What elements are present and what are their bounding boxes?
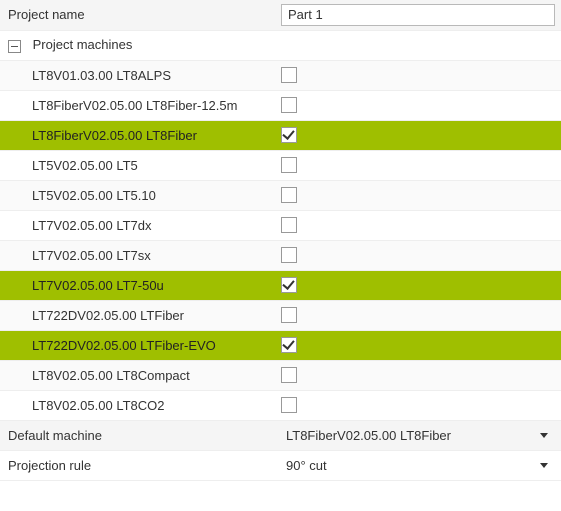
- machine-label: LT8FiberV02.05.00 LT8Fiber-12.5m: [0, 90, 275, 120]
- machine-row: LT8FiberV02.05.00 LT8Fiber-12.5m: [0, 90, 561, 120]
- project-name-row: Project name: [0, 0, 561, 30]
- machine-row: LT8V02.05.00 LT8Compact: [0, 360, 561, 390]
- machine-row: LT722DV02.05.00 LTFiber: [0, 300, 561, 330]
- project-name-input[interactable]: [281, 4, 555, 26]
- properties-grid: Project name Project machines LT8V01.03.…: [0, 0, 561, 481]
- default-machine-dropdown[interactable]: LT8FiberV02.05.00 LT8Fiber: [281, 423, 555, 447]
- projection-rule-row: Projection rule 90° cut: [0, 450, 561, 480]
- chevron-down-icon: [540, 463, 548, 468]
- machine-row: LT722DV02.05.00 LTFiber-EVO: [0, 330, 561, 360]
- machine-row: LT8V02.05.00 LT8CO2: [0, 390, 561, 420]
- machine-row: LT5V02.05.00 LT5: [0, 150, 561, 180]
- machine-checkbox[interactable]: [281, 247, 297, 263]
- machine-checkbox[interactable]: [281, 157, 297, 173]
- machine-label: LT8V01.03.00 LT8ALPS: [0, 60, 275, 90]
- machine-label: LT7V02.05.00 LT7sx: [0, 240, 275, 270]
- machine-label: LT8V02.05.00 LT8Compact: [0, 360, 275, 390]
- projection-rule-value: 90° cut: [286, 458, 540, 473]
- machine-label: LT5V02.05.00 LT5: [0, 150, 275, 180]
- machine-label: LT7V02.05.00 LT7dx: [0, 210, 275, 240]
- machine-checkbox[interactable]: [281, 397, 297, 413]
- machine-row: LT5V02.05.00 LT5.10: [0, 180, 561, 210]
- machine-checkbox[interactable]: [281, 187, 297, 203]
- default-machine-row: Default machine LT8FiberV02.05.00 LT8Fibe…: [0, 420, 561, 450]
- machine-label: LT722DV02.05.00 LTFiber: [0, 300, 275, 330]
- collapse-icon[interactable]: [8, 40, 21, 53]
- projection-rule-label: Projection rule: [0, 450, 275, 480]
- machine-checkbox[interactable]: [281, 337, 297, 353]
- machine-checkbox[interactable]: [281, 307, 297, 323]
- machine-checkbox[interactable]: [281, 277, 297, 293]
- machines-group-row: Project machines: [0, 30, 561, 60]
- machine-label: LT5V02.05.00 LT5.10: [0, 180, 275, 210]
- project-name-label: Project name: [0, 0, 275, 30]
- machine-row: LT7V02.05.00 LT7sx: [0, 240, 561, 270]
- machine-checkbox[interactable]: [281, 217, 297, 233]
- projection-rule-dropdown[interactable]: 90° cut: [281, 453, 555, 477]
- machines-group-label: Project machines: [33, 37, 133, 52]
- machine-row: LT7V02.05.00 LT7-50u: [0, 270, 561, 300]
- machine-checkbox[interactable]: [281, 367, 297, 383]
- machine-label: LT7V02.05.00 LT7-50u: [0, 270, 275, 300]
- machine-label: LT8V02.05.00 LT8CO2: [0, 390, 275, 420]
- machine-row: LT7V02.05.00 LT7dx: [0, 210, 561, 240]
- machine-checkbox[interactable]: [281, 127, 297, 143]
- machine-label: LT722DV02.05.00 LTFiber-EVO: [0, 330, 275, 360]
- machine-checkbox[interactable]: [281, 67, 297, 83]
- machine-checkbox[interactable]: [281, 97, 297, 113]
- default-machine-value: LT8FiberV02.05.00 LT8Fiber: [286, 428, 540, 443]
- machine-label: LT8FiberV02.05.00 LT8Fiber: [0, 120, 275, 150]
- default-machine-label: Default machine: [0, 420, 275, 450]
- machine-row: LT8FiberV02.05.00 LT8Fiber: [0, 120, 561, 150]
- machine-row: LT8V01.03.00 LT8ALPS: [0, 60, 561, 90]
- chevron-down-icon: [540, 433, 548, 438]
